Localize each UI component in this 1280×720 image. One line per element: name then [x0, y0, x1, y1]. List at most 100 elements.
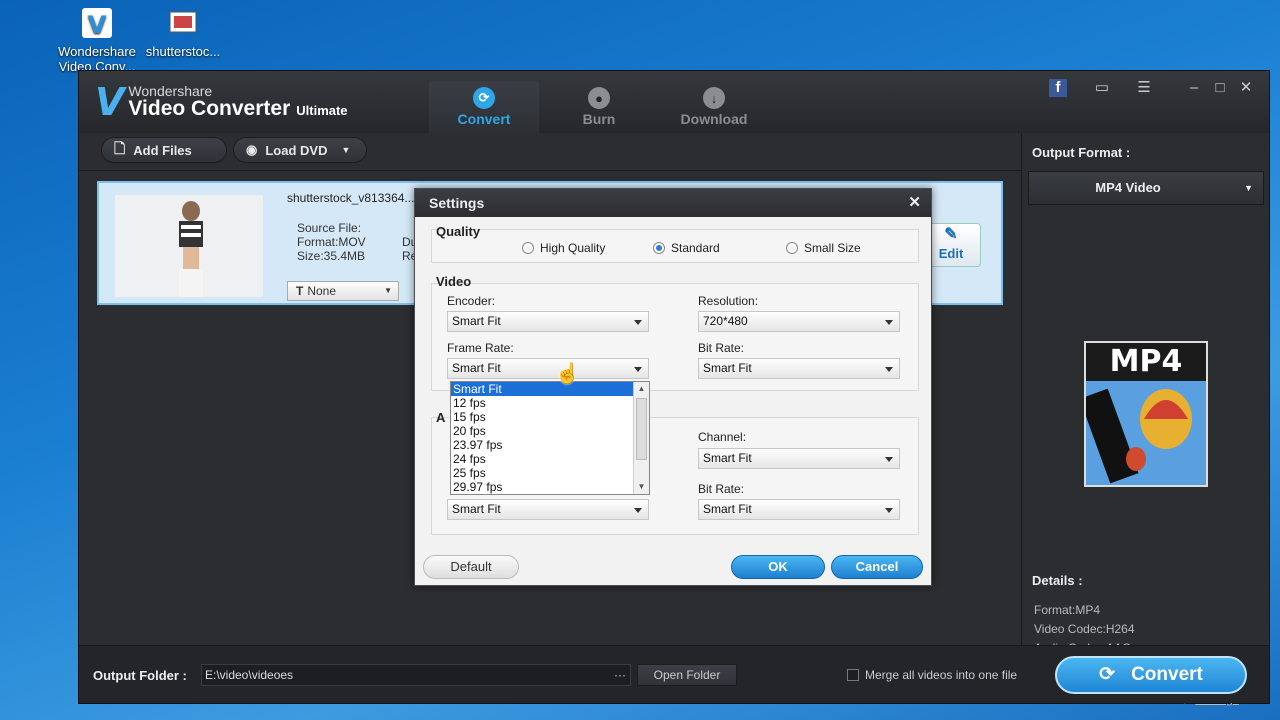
- encoder-select[interactable]: Smart Fit: [447, 311, 649, 332]
- frame-rate-select[interactable]: Smart Fit: [447, 358, 649, 379]
- video-label: Video: [436, 274, 472, 289]
- bottom-bar: Output Folder : E:\video\videoes ··· Ope…: [79, 645, 1269, 703]
- subtitle-value: None: [307, 284, 337, 298]
- dropdown-option[interactable]: 29.97 fps: [451, 480, 649, 494]
- svg-text:V: V: [88, 11, 107, 39]
- chevron-down-icon: [885, 320, 893, 325]
- close-window-icon[interactable]: ✕: [1235, 79, 1257, 97]
- logo-product: Video Converter: [128, 97, 291, 120]
- disc-icon: ●: [588, 87, 610, 109]
- radio-high-quality[interactable]: High Quality: [522, 241, 605, 255]
- app-logo: V Wondershare Video Converter Ultimate: [95, 83, 348, 121]
- close-icon[interactable]: ✕: [908, 189, 921, 217]
- radio-small-size[interactable]: Small Size: [786, 241, 861, 255]
- cancel-button[interactable]: Cancel: [831, 555, 923, 579]
- select-value: Smart Fit: [703, 361, 752, 375]
- resolution-select[interactable]: 720*480: [698, 311, 900, 332]
- dropdown-scrollbar[interactable]: ▲ ▼: [633, 382, 649, 494]
- select-value: Smart Fit: [452, 361, 501, 375]
- tab-label: Convert: [457, 111, 511, 127]
- browse-button[interactable]: ···: [614, 665, 626, 685]
- dropdown-option[interactable]: 12 fps: [451, 396, 649, 410]
- quality-label: Quality: [436, 224, 481, 239]
- radio-standard[interactable]: Standard: [653, 241, 720, 255]
- video-thumbnail: [115, 195, 263, 297]
- chevron-down-icon: [885, 457, 893, 462]
- audio-bitrate-select[interactable]: Smart Fit: [698, 499, 900, 520]
- default-button[interactable]: Default: [423, 555, 519, 579]
- output-folder-input[interactable]: E:\video\videoes ···: [201, 664, 631, 686]
- desktop-icon-shutterstock[interactable]: shutterstoc...: [138, 6, 228, 59]
- audio-label: A: [436, 410, 446, 425]
- download-icon: ↓: [703, 87, 725, 109]
- video-bitrate-label: Bit Rate:: [698, 341, 745, 355]
- file-source-info: Source File: Format:MOV Size:35.4MB: [297, 221, 366, 263]
- add-file-icon: 🗋: [114, 140, 126, 156]
- video-bitrate-select[interactable]: Smart Fit: [698, 358, 900, 379]
- radio-label: High Quality: [540, 241, 606, 255]
- tab-download[interactable]: ↓ Download: [659, 81, 769, 133]
- select-value: Smart Fit: [452, 502, 501, 516]
- output-format-select[interactable]: MP4 Video ▼: [1028, 171, 1264, 205]
- app-header: V Wondershare Video Converter Ultimate ⟳ …: [79, 71, 1269, 133]
- detail-video-codec: Video Codec:H264: [1034, 622, 1135, 636]
- open-folder-button[interactable]: Open Folder: [637, 664, 737, 686]
- dropdown-option[interactable]: 15 fps: [451, 410, 649, 424]
- chat-icon[interactable]: ▭: [1091, 79, 1113, 97]
- chevron-down-icon[interactable]: ▼: [341, 145, 350, 155]
- text-icon: T: [296, 284, 304, 298]
- chevron-down-icon: [885, 508, 893, 513]
- select-value: Smart Fit: [703, 502, 752, 516]
- output-panel: Output Format : MP4 Video ▼ MP4 Details …: [1021, 133, 1269, 707]
- tab-convert[interactable]: ⟳ Convert: [429, 81, 539, 133]
- logo-edition: Ultimate: [296, 103, 348, 118]
- video-converter-app-icon: V: [80, 6, 114, 40]
- audio-encoder-select[interactable]: Smart Fit: [447, 499, 649, 520]
- chevron-down-icon: ▼: [384, 286, 392, 295]
- add-files-button[interactable]: 🗋 Add Files: [101, 137, 227, 163]
- dropdown-option[interactable]: Smart Fit: [451, 382, 649, 396]
- button-label: Add Files: [133, 142, 192, 158]
- scrollbar-thumb[interactable]: [636, 398, 647, 460]
- output-folder-label: Output Folder :: [93, 668, 187, 683]
- channel-select[interactable]: Smart Fit: [698, 448, 900, 469]
- menu-icon[interactable]: ☰: [1133, 79, 1155, 97]
- dvd-icon: ◉: [246, 142, 258, 157]
- desktop-icon-video-converter[interactable]: V Wondershare Video Conv...: [52, 6, 142, 74]
- radio-circle[interactable]: [653, 242, 665, 254]
- frame-rate-label: Frame Rate:: [447, 341, 514, 355]
- tab-burn[interactable]: ● Burn: [544, 81, 654, 133]
- channel-label: Channel:: [698, 430, 747, 444]
- select-value: Smart Fit: [452, 314, 501, 328]
- scroll-up-icon[interactable]: ▲: [634, 382, 649, 396]
- convert-button[interactable]: ⟳ Convert: [1055, 656, 1247, 694]
- details-label: Details :: [1032, 573, 1083, 588]
- detail-format: Format:MP4: [1034, 603, 1101, 617]
- logo-brand: Wondershare: [128, 83, 213, 99]
- radio-circle[interactable]: [522, 242, 534, 254]
- convert-refresh-icon: ⟳: [1099, 664, 1116, 685]
- maximize-icon[interactable]: □: [1209, 79, 1231, 97]
- source-label: Source File:: [297, 221, 362, 235]
- chevron-down-icon: [634, 367, 642, 372]
- dropdown-option[interactable]: 23.97 fps: [451, 438, 649, 452]
- dialog-title: Settings: [429, 195, 485, 211]
- dropdown-option[interactable]: 20 fps: [451, 424, 649, 438]
- load-dvd-button[interactable]: ◉ Load DVD ▼: [233, 137, 367, 163]
- radio-label: Small Size: [804, 241, 861, 255]
- radio-circle[interactable]: [786, 242, 798, 254]
- facebook-icon[interactable]: f: [1049, 79, 1067, 97]
- minimize-icon[interactable]: –: [1183, 79, 1205, 97]
- tab-label: Burn: [582, 111, 616, 127]
- ok-button[interactable]: OK: [731, 555, 825, 579]
- dialog-title-bar: Settings ✕: [415, 189, 931, 217]
- dropdown-option[interactable]: 25 fps: [451, 466, 649, 480]
- settings-dialog: Settings ✕ Quality High Quality Standard…: [414, 188, 932, 586]
- dropdown-option[interactable]: 24 fps: [451, 452, 649, 466]
- checkbox-box[interactable]: [847, 669, 859, 681]
- merge-checkbox[interactable]: Merge all videos into one file: [847, 668, 1017, 682]
- scroll-down-icon[interactable]: ▼: [634, 480, 649, 494]
- source-size: Size:35.4MB: [297, 249, 366, 263]
- subtitle-select[interactable]: T None ▼: [287, 281, 399, 301]
- select-value: Smart Fit: [703, 451, 752, 465]
